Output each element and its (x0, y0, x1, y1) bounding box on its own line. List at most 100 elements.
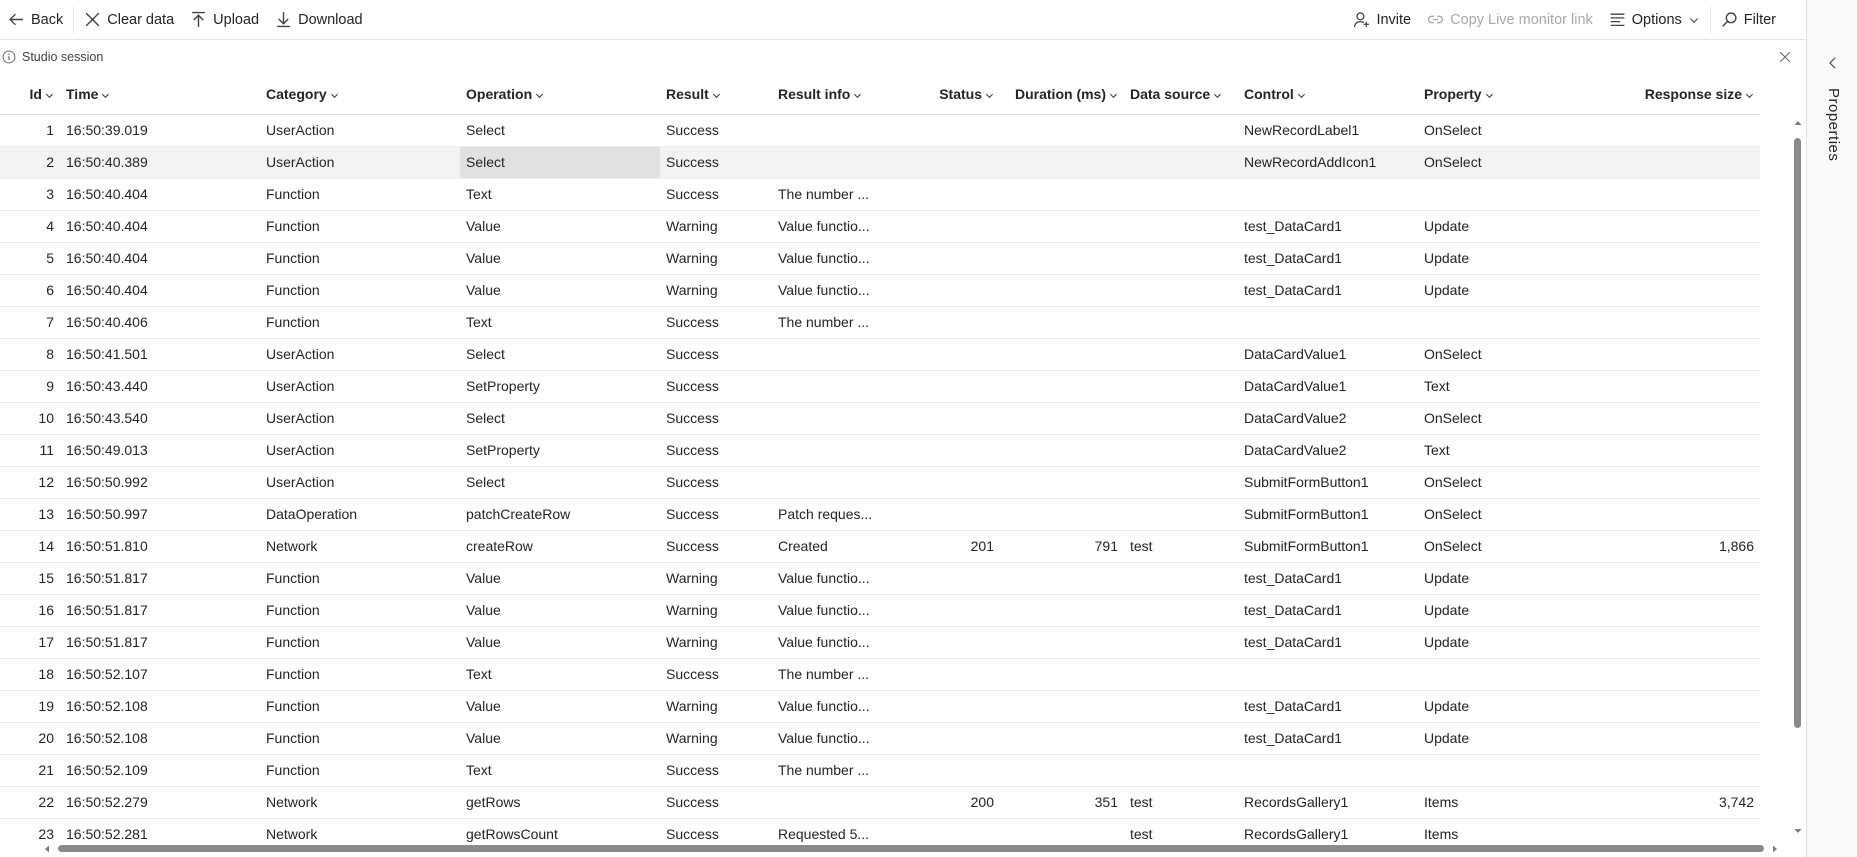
cell-id: 19 (0, 690, 60, 723)
column-header-data-source[interactable]: Data source (1124, 74, 1238, 115)
close-icon[interactable] (1778, 50, 1792, 64)
cell-data-source (1124, 114, 1238, 147)
cell-operation: Select (460, 338, 660, 371)
cell-duration: 791 (1000, 530, 1124, 563)
table-row[interactable]: 20 16:50:52.108 Function Value Warning Value … (0, 722, 1760, 755)
back-button[interactable]: Back (0, 0, 71, 40)
cell-duration (1000, 626, 1124, 659)
cell-property: Update (1418, 274, 1554, 307)
table-row[interactable]: 23 16:50:52.281 Network getRowsCount Success… (0, 818, 1760, 842)
cell-data-source (1124, 402, 1238, 435)
cell-duration (1000, 114, 1124, 147)
invite-button[interactable]: Invite (1345, 0, 1419, 40)
cell-result: Success (660, 530, 772, 563)
cell-result: Warning (660, 626, 772, 659)
scroll-left-icon[interactable] (42, 844, 52, 854)
cell-operation: createRow (460, 530, 660, 563)
scroll-up-icon[interactable] (1793, 118, 1803, 128)
cell-status (920, 818, 1000, 842)
cell-control (1238, 754, 1418, 787)
table-row[interactable]: 12 16:50:50.992 UserAction Select Success Sub… (0, 466, 1760, 499)
table-row[interactable]: 2 16:50:40.389 UserAction Select Success NewR… (0, 146, 1760, 179)
horizontal-scroll-thumb[interactable] (58, 845, 1764, 852)
cell-data-source: test (1124, 786, 1238, 819)
link-icon (1428, 15, 1444, 24)
cell-property: Update (1418, 242, 1554, 275)
table-row[interactable]: 11 16:50:49.013 UserAction SetProperty Succe… (0, 434, 1760, 467)
table-row[interactable]: 4 16:50:40.404 Function Value Warning Value f… (0, 210, 1760, 243)
column-header-property[interactable]: Property (1418, 74, 1554, 115)
column-header-result[interactable]: Result (660, 74, 772, 115)
column-header-label: Id (29, 85, 42, 102)
table-row[interactable]: 3 16:50:40.404 Function Text Success The numb… (0, 178, 1760, 211)
cell-result-info (772, 370, 920, 403)
person-add-icon (1354, 12, 1370, 27)
column-header-control[interactable]: Control (1238, 74, 1418, 115)
cell-result: Success (660, 818, 772, 842)
cell-operation: Value (460, 626, 660, 659)
options-button[interactable]: Options (1601, 0, 1708, 40)
table-row[interactable]: 19 16:50:52.108 Function Value Warning Value … (0, 690, 1760, 723)
column-header-time[interactable]: Time (60, 74, 260, 115)
cell-duration (1000, 306, 1124, 339)
cell-time: 16:50:39.019 (60, 114, 260, 147)
upload-button[interactable]: Upload (182, 0, 267, 40)
cell-property: Update (1418, 690, 1554, 723)
cell-status (920, 402, 1000, 435)
vertical-scroll-thumb[interactable] (1794, 138, 1801, 728)
cell-control: NewRecordAddIcon1 (1238, 146, 1418, 179)
close-icon (85, 12, 100, 27)
cell-category: Function (260, 626, 460, 659)
clear-data-button[interactable]: Clear data (76, 0, 182, 40)
cell-data-source (1124, 210, 1238, 243)
cell-result-info (772, 466, 920, 499)
table-row[interactable]: 7 16:50:40.406 Function Text Success The numb… (0, 306, 1760, 339)
cell-operation: Value (460, 594, 660, 627)
cell-control: test_DataCard1 (1238, 210, 1418, 243)
cell-time: 16:50:40.406 (60, 306, 260, 339)
table-row[interactable]: 18 16:50:52.107 Function Text Success The num… (0, 658, 1760, 691)
download-button[interactable]: Download (267, 0, 371, 40)
cell-result: Success (660, 178, 772, 211)
table-row[interactable]: 17 16:50:51.817 Function Value Warning Value … (0, 626, 1760, 659)
table-row[interactable]: 13 16:50:50.997 DataOperation patchCreateRo… (0, 498, 1760, 531)
table-row[interactable]: 21 16:50:52.109 Function Text Success The num… (0, 754, 1760, 787)
table-row[interactable]: 14 16:50:51.810 Network createRow Success Cre… (0, 530, 1760, 563)
table-row[interactable]: 9 16:50:43.440 UserAction SetProperty Succes… (0, 370, 1760, 403)
table-row[interactable]: 22 16:50:52.279 Network getRows Success 200 35… (0, 786, 1760, 819)
cell-result-info: Value functio... (772, 210, 920, 243)
cell-control (1238, 306, 1418, 339)
column-header-duration[interactable]: Duration (ms) (1000, 74, 1124, 115)
chevron-left-icon[interactable] (1826, 56, 1840, 70)
cell-operation: getRowsCount (460, 818, 660, 842)
cell-category: Network (260, 786, 460, 819)
column-header-operation[interactable]: Operation (460, 74, 660, 115)
filter-button[interactable]: Filter (1713, 0, 1806, 40)
cell-category: Network (260, 818, 460, 842)
table-row[interactable]: 8 16:50:41.501 UserAction Select Success Data… (0, 338, 1760, 371)
scroll-down-icon[interactable] (1793, 826, 1803, 836)
vertical-scrollbar[interactable] (1792, 120, 1804, 836)
table-row[interactable]: 6 16:50:40.404 Function Value Warning Value f… (0, 274, 1760, 307)
cell-property: Items (1418, 786, 1554, 819)
sort-chevron-icon (1109, 93, 1118, 98)
column-header-id[interactable]: Id (0, 74, 60, 115)
table-row[interactable]: 5 16:50:40.404 Function Value Warning Value f… (0, 242, 1760, 275)
scroll-right-icon[interactable] (1770, 844, 1780, 854)
column-header-response-size[interactable]: Response size (1554, 74, 1760, 115)
cell-id: 4 (0, 210, 60, 243)
column-header-result-info[interactable]: Result info (772, 74, 920, 115)
table-row[interactable]: 16 16:50:51.817 Function Value Warning Value … (0, 594, 1760, 627)
table-row[interactable]: 1 16:50:39.019 UserAction Select Success NewR… (0, 114, 1760, 147)
properties-tab[interactable]: Properties (1825, 88, 1842, 161)
cell-time: 16:50:51.817 (60, 626, 260, 659)
cell-operation: Value (460, 690, 660, 723)
table-row[interactable]: 15 16:50:51.817 Function Value Warning Value … (0, 562, 1760, 595)
sort-chevron-icon (985, 93, 994, 98)
cell-property: Update (1418, 562, 1554, 595)
copy-live-monitor-link-button[interactable]: Copy Live monitor link (1419, 0, 1601, 40)
horizontal-scrollbar[interactable] (40, 843, 1782, 855)
column-header-category[interactable]: Category (260, 74, 460, 115)
table-row[interactable]: 10 16:50:43.540 UserAction Select Success Dat… (0, 402, 1760, 435)
column-header-status[interactable]: Status (920, 74, 1000, 115)
